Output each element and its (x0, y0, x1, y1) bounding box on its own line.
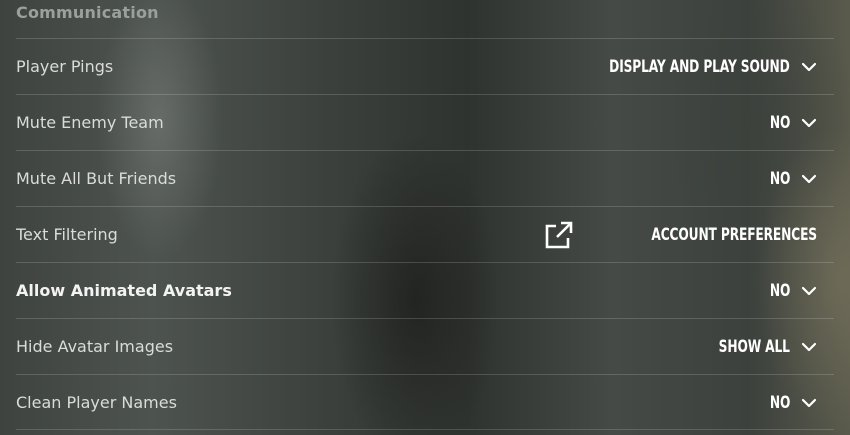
setting-row-clean-player-names: Clean Player Names NO (16, 374, 834, 430)
setting-label: Hide Avatar Images (16, 337, 174, 356)
clean-player-names-dropdown[interactable]: NO (762, 391, 818, 415)
external-link-icon (545, 221, 573, 249)
setting-row-mute-enemy-team: Mute Enemy Team NO (16, 94, 834, 150)
dropdown-value: NO (769, 281, 791, 301)
section-title: Communication (16, 3, 159, 22)
account-preferences-link[interactable]: ACCOUNT PREFERENCES (543, 221, 817, 249)
setting-row-mute-all-but-friends: Mute All But Friends NO (16, 150, 834, 206)
setting-label: Mute All But Friends (16, 169, 177, 188)
chevron-down-icon (801, 62, 817, 72)
dropdown-value: SHOW ALL (718, 337, 790, 357)
chevron-down-icon (801, 342, 817, 352)
settings-list: Player Pings DISPLAY AND PLAY SOUND Mute… (16, 38, 834, 430)
chevron-down-icon (801, 286, 817, 296)
dropdown-value: NO (769, 393, 791, 413)
allow-animated-avatars-dropdown[interactable]: NO (762, 279, 818, 303)
dropdown-value: NO (769, 113, 791, 133)
chevron-down-icon (801, 174, 817, 184)
chevron-down-icon (801, 398, 817, 408)
setting-row-player-pings: Player Pings DISPLAY AND PLAY SOUND (16, 38, 834, 94)
setting-row-text-filtering: Text Filtering ACCOUNT PREFERENCES (16, 206, 834, 262)
setting-label: Player Pings (16, 57, 114, 76)
setting-label: Text Filtering (16, 225, 118, 244)
setting-label: Clean Player Names (16, 393, 177, 412)
setting-label: Mute Enemy Team (16, 113, 164, 132)
player-pings-dropdown[interactable]: DISPLAY AND PLAY SOUND (539, 55, 818, 79)
dropdown-value: NO (769, 169, 791, 189)
hide-avatar-images-dropdown[interactable]: SHOW ALL (691, 335, 818, 359)
setting-row-allow-animated-avatars: Allow Animated Avatars NO (16, 262, 834, 318)
mute-enemy-team-dropdown[interactable]: NO (762, 111, 818, 135)
mute-all-but-friends-dropdown[interactable]: NO (762, 167, 818, 191)
dropdown-value: DISPLAY AND PLAY SOUND (609, 57, 791, 77)
setting-label: Allow Animated Avatars (16, 281, 232, 300)
link-label: ACCOUNT PREFERENCES (651, 225, 817, 245)
setting-row-hide-avatar-images: Hide Avatar Images SHOW ALL (16, 318, 834, 374)
chevron-down-icon (801, 118, 817, 128)
